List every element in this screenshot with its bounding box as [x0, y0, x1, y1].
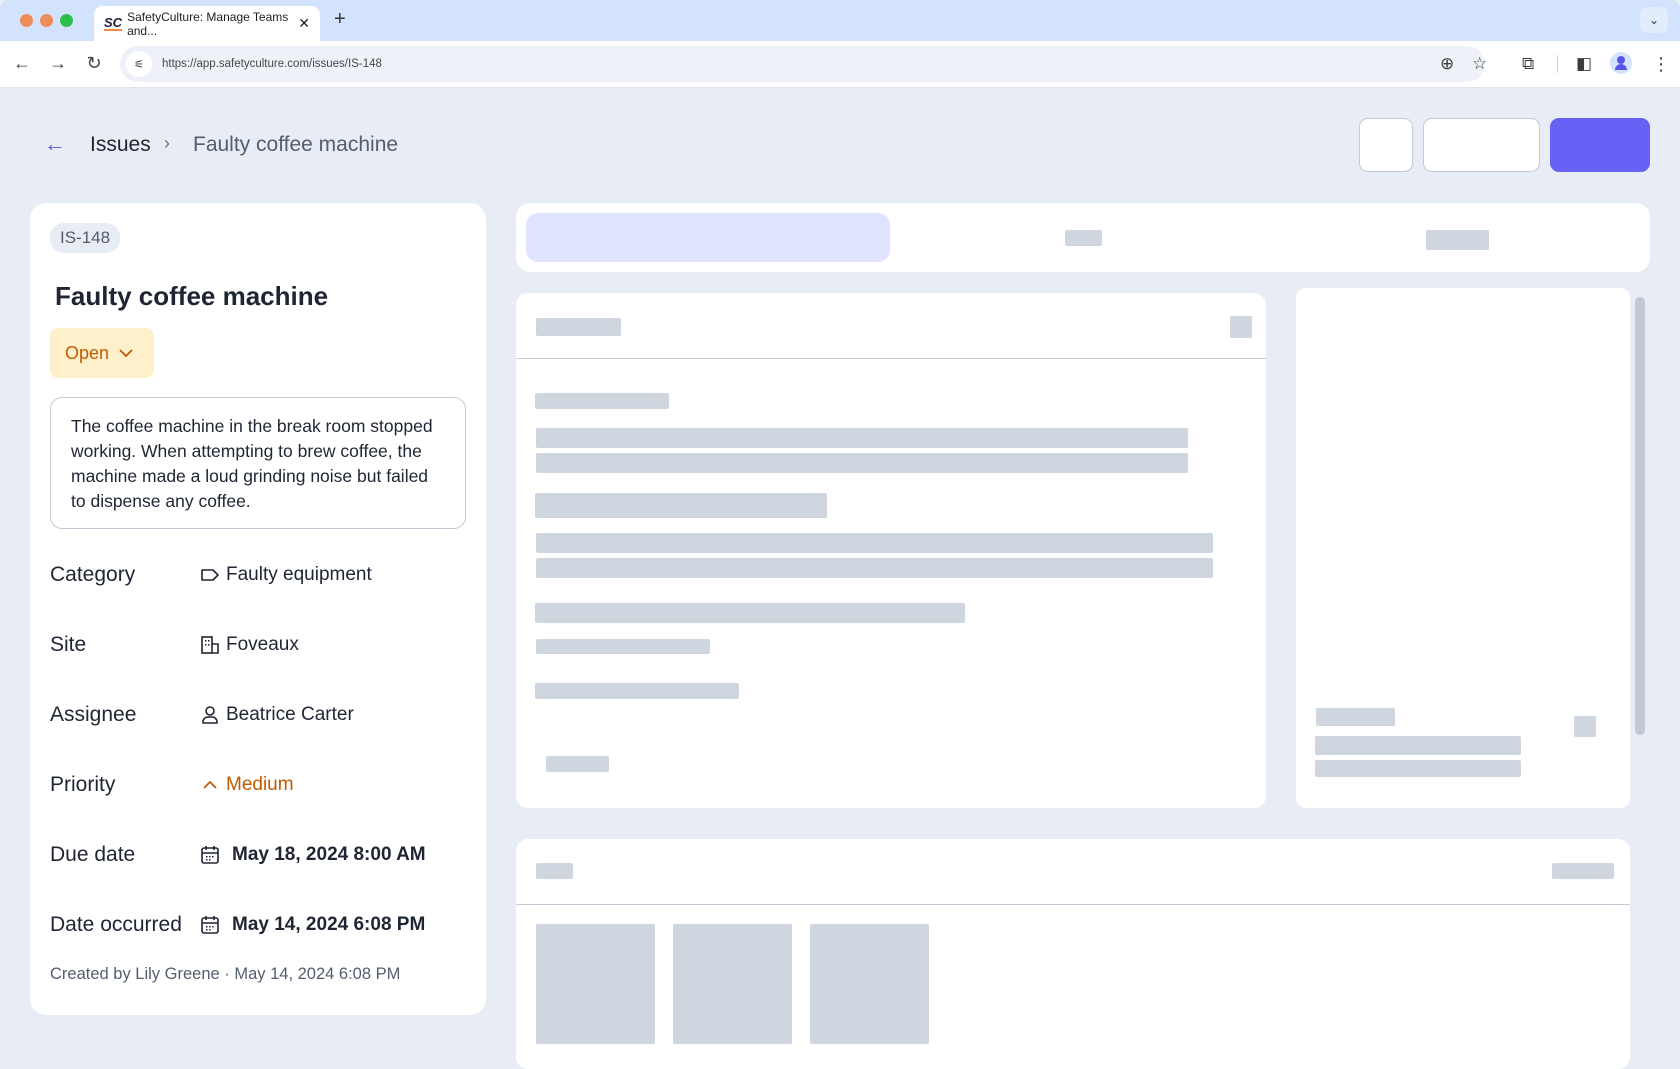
field-label: Date occurred: [50, 913, 182, 936]
status-label: Open: [65, 342, 110, 363]
card-action-skeleton: [1552, 863, 1614, 879]
field-category[interactable]: Category Faulty equipment: [50, 560, 470, 590]
text-skeleton: [1315, 760, 1521, 777]
address-bar[interactable]: ⚟ https://app.safetyculture.com/issues/I…: [120, 46, 1485, 82]
thumbnail-skeleton: [673, 924, 792, 1044]
calendar-icon: [200, 845, 220, 865]
breadcrumb-issues-link[interactable]: Issues: [90, 133, 151, 157]
side-panel-icon[interactable]: ◧: [1576, 54, 1592, 74]
text-skeleton: [535, 603, 965, 623]
field-label: Site: [50, 633, 87, 656]
field-label: Due date: [50, 843, 136, 866]
building-icon: [200, 635, 220, 655]
issue-details-card: IS-148 Faulty coffee machine Open The co…: [30, 203, 486, 1015]
back-nav-icon[interactable]: ←: [10, 53, 34, 74]
text-skeleton: [1315, 736, 1521, 755]
description-field[interactable]: The coffee machine in the break room sto…: [50, 397, 466, 529]
card-title-skeleton: [536, 318, 621, 336]
detail-tabs: [516, 203, 1650, 272]
tab-title: SafetyCulture: Manage Teams and...: [127, 9, 289, 38]
new-tab-button[interactable]: +: [334, 8, 346, 31]
field-date-occurred[interactable]: Date occurred May 14, 2024 6:08 PM: [50, 910, 470, 940]
browser-toolbar: ← → ↻ ⚟ https://app.safetyculture.com/is…: [0, 41, 1680, 88]
text-skeleton: [535, 393, 669, 409]
field-label: Assignee: [50, 703, 137, 726]
status-dropdown[interactable]: Open: [50, 328, 154, 378]
toolbar-divider: [1557, 55, 1558, 73]
reload-icon[interactable]: ↻: [82, 53, 106, 74]
forward-nav-icon[interactable]: →: [46, 53, 70, 74]
breadcrumb-chevron-icon: ›: [164, 133, 170, 153]
field-assignee[interactable]: Assignee Beatrice Carter: [50, 700, 470, 730]
field-priority[interactable]: Priority Medium: [50, 770, 470, 800]
browser-tab[interactable]: SC SafetyCulture: Manage Teams and... ✕: [94, 6, 320, 41]
text-skeleton: [536, 533, 1213, 553]
field-label: Category: [50, 563, 136, 586]
divider: [516, 904, 1630, 905]
secondary-action-button[interactable]: [1423, 118, 1540, 172]
profile-avatar[interactable]: [1610, 52, 1632, 74]
divider: [516, 358, 1266, 359]
more-options-button[interactable]: [1359, 118, 1413, 172]
icon-skeleton: [1574, 716, 1596, 737]
field-value: Beatrice Carter: [226, 704, 354, 725]
field-due-date[interactable]: Due date May 18, 2024 8:00 AM: [50, 840, 470, 870]
tab-search-button[interactable]: ⌄: [1640, 7, 1668, 33]
issue-title[interactable]: Faulty coffee machine: [55, 281, 328, 312]
user-icon: [200, 705, 220, 725]
browser-tab-strip: SC SafetyCulture: Manage Teams and... ✕ …: [0, 0, 1680, 41]
back-arrow-icon[interactable]: ←: [44, 131, 66, 157]
thumbnail-skeleton: [536, 924, 655, 1044]
tab-active-skeleton[interactable]: [526, 213, 890, 262]
field-label: Priority: [50, 773, 116, 796]
text-skeleton: [536, 639, 710, 654]
chevron-down-icon: [119, 346, 133, 361]
text-skeleton: [535, 493, 827, 518]
scrollbar[interactable]: [1635, 297, 1645, 735]
breadcrumb-current: Faulty coffee machine: [193, 133, 399, 156]
button-skeleton: [546, 756, 609, 772]
side-panel-skeleton: [1296, 288, 1630, 808]
zoom-icon[interactable]: ⊕: [1440, 54, 1454, 74]
field-value: May 14, 2024 6:08 PM: [232, 914, 426, 935]
activity-card-skeleton: [516, 293, 1266, 808]
minimize-window-button[interactable]: [40, 14, 53, 27]
maximize-window-button[interactable]: [60, 14, 73, 27]
tab-label-skeleton[interactable]: [1065, 230, 1102, 246]
chevron-up-icon: [200, 775, 220, 795]
browser-menu-icon[interactable]: ⋮: [1652, 54, 1670, 75]
text-skeleton: [536, 558, 1213, 578]
field-value: May 18, 2024 8:00 AM: [232, 844, 426, 865]
bookmark-star-icon[interactable]: ☆: [1472, 54, 1487, 74]
text-skeleton: [536, 453, 1188, 473]
thumbnail-skeleton: [810, 924, 929, 1044]
text-skeleton: [1316, 708, 1395, 726]
card-action-skeleton: [1230, 316, 1252, 338]
tag-icon: [200, 565, 220, 585]
tab-label-skeleton[interactable]: [1426, 230, 1489, 250]
text-skeleton: [536, 428, 1188, 448]
text-skeleton: [535, 683, 739, 699]
issue-id-badge: IS-148: [50, 223, 121, 253]
field-value: Foveaux: [226, 634, 299, 655]
field-value: Medium: [226, 774, 294, 795]
field-site[interactable]: Site Foveaux: [50, 630, 470, 660]
calendar-icon: [200, 915, 220, 935]
card-title-skeleton: [536, 863, 573, 879]
extensions-icon[interactable]: ⧉: [1522, 54, 1534, 74]
created-by-text: Created by Lily Greene · May 14, 2024 6:…: [50, 965, 401, 983]
primary-action-button[interactable]: [1550, 118, 1650, 172]
url-text[interactable]: https://app.safetyculture.com/issues/IS-…: [162, 58, 382, 70]
close-tab-icon[interactable]: ✕: [298, 15, 310, 32]
media-card-skeleton: [516, 839, 1630, 1069]
site-info-icon[interactable]: ⚟: [126, 51, 152, 77]
close-window-button[interactable]: [20, 14, 33, 27]
safetyculture-favicon: SC: [104, 14, 123, 31]
field-value: Faulty equipment: [226, 564, 372, 585]
